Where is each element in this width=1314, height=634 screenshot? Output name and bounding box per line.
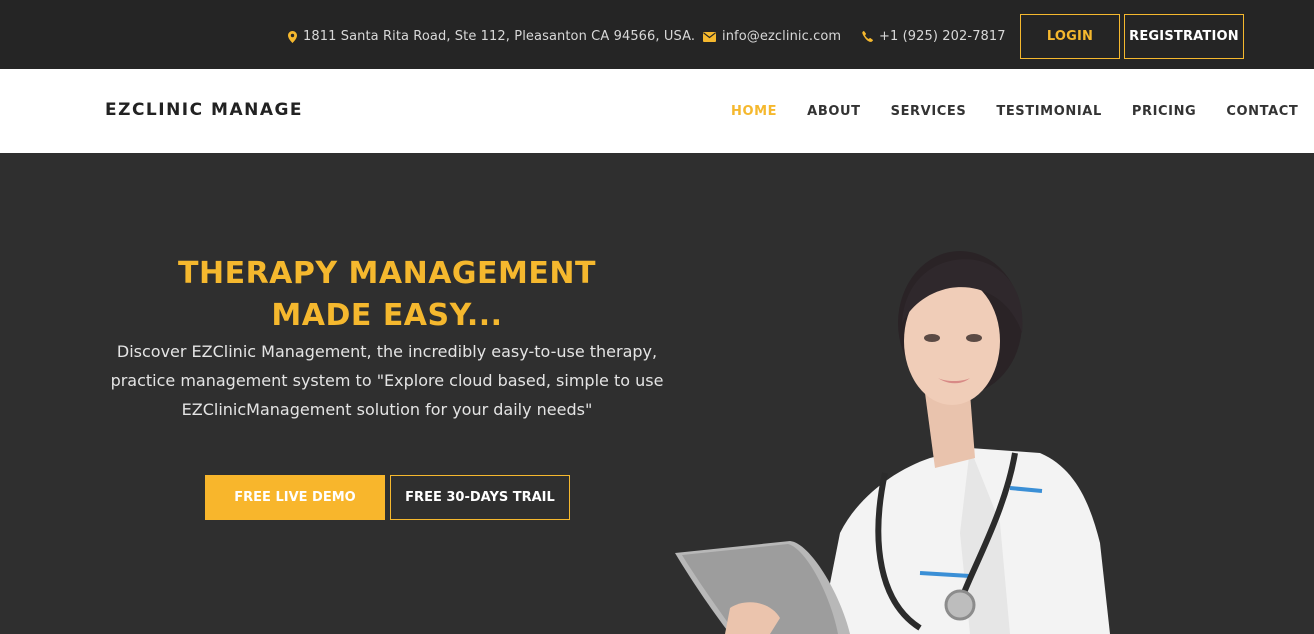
email-info[interactable]: info@ezclinic.com — [703, 29, 841, 44]
hero-section: THERAPY MANAGEMENT MADE EASY... Discover… — [0, 153, 1314, 634]
free-live-demo-button[interactable]: FREE LIVE DEMO — [205, 475, 385, 520]
map-marker-icon — [288, 30, 297, 43]
phone-icon — [862, 31, 873, 42]
nav-item-contact[interactable]: CONTACT — [1226, 104, 1298, 119]
phone-info[interactable]: +1 (925) 202-7817 — [862, 29, 1006, 44]
brand-logo[interactable]: EZCLINIC MANAGE — [105, 100, 303, 120]
envelope-icon — [703, 31, 716, 42]
nav-item-home[interactable]: HOME — [731, 104, 777, 119]
address-info: 1811 Santa Rita Road, Ste 112, Pleasanto… — [288, 29, 695, 44]
nav-menu: HOME ABOUT SERVICES TESTIMONIAL PRICING … — [731, 104, 1298, 119]
hero-title-line-1: THERAPY MANAGEMENT — [178, 256, 596, 291]
nav-item-testimonial[interactable]: TESTIMONIAL — [996, 104, 1101, 119]
doctor-illustration — [675, 251, 1110, 634]
free-trail-button[interactable]: FREE 30-DAYS TRAIL — [390, 475, 570, 520]
login-button[interactable]: LOGIN — [1020, 14, 1120, 59]
main-navbar: EZCLINIC MANAGE HOME ABOUT SERVICES TEST… — [0, 69, 1314, 153]
hero-description: Discover EZClinic Management, the incred… — [110, 342, 664, 419]
nav-item-pricing[interactable]: PRICING — [1132, 104, 1197, 119]
nav-item-services[interactable]: SERVICES — [891, 104, 967, 119]
top-bar: 1811 Santa Rita Road, Ste 112, Pleasanto… — [0, 0, 1314, 69]
email-link[interactable]: info@ezclinic.com — [722, 29, 841, 44]
hero-title-line-2: MADE EASY... — [271, 298, 503, 333]
phone-link[interactable]: +1 (925) 202-7817 — [879, 29, 1006, 44]
hero-title: THERAPY MANAGEMENT MADE EASY... — [100, 253, 674, 337]
registration-button[interactable]: REGISTRATION — [1124, 14, 1244, 59]
nav-item-about[interactable]: ABOUT — [807, 104, 860, 119]
address-text: 1811 Santa Rita Road, Ste 112, Pleasanto… — [303, 29, 696, 44]
